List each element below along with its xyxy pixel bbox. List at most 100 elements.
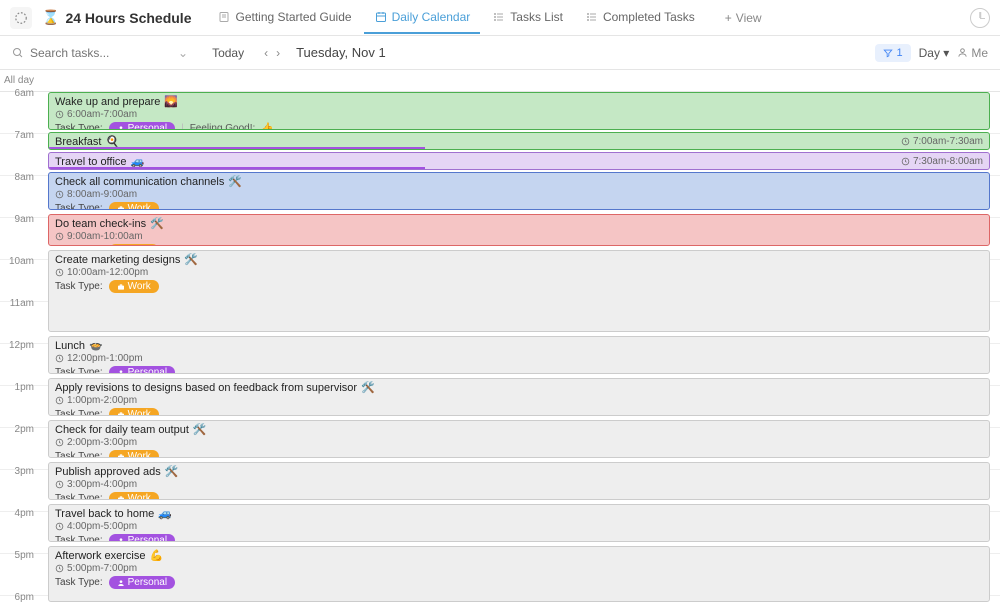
event-emoji: 🛠️ bbox=[150, 217, 164, 230]
task-type-label: Task Type: bbox=[55, 281, 103, 292]
header-right bbox=[970, 8, 990, 28]
calendar-event[interactable]: Do team check-ins 🛠️ 9:00am-10:00am Task … bbox=[48, 214, 990, 246]
event-meta: Task Type: Personal bbox=[55, 366, 983, 374]
tab-getting-started-guide[interactable]: Getting Started Guide bbox=[207, 2, 361, 34]
hour-label: 12pm bbox=[0, 338, 40, 379]
task-type-label: Task Type: bbox=[55, 203, 103, 210]
menu-icon bbox=[14, 11, 28, 25]
task-type-tag[interactable]: Personal bbox=[109, 366, 175, 374]
task-type-tag[interactable]: Work bbox=[109, 202, 159, 210]
today-button[interactable]: Today bbox=[204, 42, 252, 64]
event-time-right: 7:30am-8:00am bbox=[901, 156, 983, 167]
tab-completed-tasks[interactable]: Completed Tasks bbox=[575, 2, 705, 34]
calendar-event[interactable]: Travel back to home 🚙 4:00pm-5:00pmTask … bbox=[48, 504, 990, 542]
task-type-tag[interactable]: Personal bbox=[109, 122, 175, 130]
calendar-event[interactable]: Wake up and prepare 🌄 6:00am-7:00amTask … bbox=[48, 92, 990, 130]
calendar-event[interactable]: Apply revisions to designs based on feed… bbox=[48, 378, 990, 416]
timer-icon[interactable] bbox=[970, 8, 990, 28]
task-type-tag[interactable]: Work bbox=[109, 280, 159, 293]
prev-day-button[interactable]: ‹ bbox=[264, 46, 268, 60]
event-title: Lunch 🍲 bbox=[55, 339, 983, 352]
event-time: 3:00pm-4:00pm bbox=[55, 479, 983, 490]
event-title: Wake up and prepare 🌄 bbox=[55, 95, 983, 108]
add-view-label: View bbox=[736, 11, 762, 25]
add-view-button[interactable]: + View bbox=[715, 3, 772, 33]
tab-daily-calendar[interactable]: Daily Calendar bbox=[364, 2, 481, 34]
menu-button[interactable] bbox=[10, 7, 32, 29]
hour-label: 5pm bbox=[0, 548, 40, 589]
hour-label: 7am bbox=[0, 128, 40, 169]
tab-label: Tasks List bbox=[510, 10, 563, 24]
event-meta: Task Type: Personal bbox=[55, 534, 983, 542]
calendar-event[interactable]: Breakfast 🍳 7:00am-7:30am bbox=[48, 132, 990, 150]
event-meta: Task Type: Work bbox=[55, 244, 983, 246]
hour-label: 11am bbox=[0, 296, 40, 337]
event-emoji: 🛠️ bbox=[184, 253, 198, 266]
calendar-event[interactable]: Afterwork exercise 💪 5:00pm-7:00pmTask T… bbox=[48, 546, 990, 602]
event-emoji: 🛠️ bbox=[165, 465, 179, 478]
event-meta: Task Type: Work bbox=[55, 492, 983, 500]
feeling-label: Feeling Good!: bbox=[190, 123, 256, 130]
event-emoji: 🛠️ bbox=[361, 381, 375, 394]
tab-icon bbox=[374, 10, 388, 24]
event-emoji: 🛠️ bbox=[193, 423, 207, 436]
hour-label: 1pm bbox=[0, 380, 40, 421]
filter-badge[interactable]: 1 bbox=[875, 44, 911, 62]
event-title: Travel back to home 🚙 bbox=[55, 507, 983, 520]
calendar-view: All day 6am7am8am9am10am11am12pm1pm2pm3p… bbox=[0, 70, 1000, 615]
task-type-tag[interactable]: Work bbox=[109, 492, 159, 500]
calendar-event[interactable]: Check all communication channels 🛠️ 8:00… bbox=[48, 172, 990, 210]
event-title: Check all communication channels 🛠️ bbox=[55, 175, 983, 188]
space-title[interactable]: ⌛ 24 Hours Schedule bbox=[42, 9, 191, 26]
event-time: 9:00am-10:00am bbox=[55, 231, 983, 242]
tab-tasks-list[interactable]: Tasks List bbox=[482, 2, 573, 34]
event-progress bbox=[49, 167, 425, 170]
hour-label: 6pm bbox=[0, 590, 40, 615]
calendar-event[interactable]: Publish approved ads 🛠️ 3:00pm-4:00pmTas… bbox=[48, 462, 990, 500]
calendar-event[interactable]: Check for daily team output 🛠️ 2:00pm-3:… bbox=[48, 420, 990, 458]
hour-label: 10am bbox=[0, 254, 40, 295]
person-icon bbox=[957, 47, 968, 58]
event-title: Do team check-ins 🛠️ bbox=[55, 217, 983, 230]
task-type-label: Task Type: bbox=[55, 367, 103, 374]
tab-label: Completed Tasks bbox=[603, 10, 695, 24]
next-day-button[interactable]: › bbox=[276, 46, 280, 60]
search-icon bbox=[12, 47, 24, 59]
task-type-label: Task Type: bbox=[55, 535, 103, 542]
current-date: Tuesday, Nov 1 bbox=[296, 45, 386, 60]
event-title: Afterwork exercise 💪 bbox=[55, 549, 983, 562]
task-type-label: Task Type: bbox=[55, 245, 103, 246]
search-box[interactable] bbox=[12, 46, 162, 60]
task-type-label: Task Type: bbox=[55, 451, 103, 458]
task-type-label: Task Type: bbox=[55, 123, 103, 130]
hour-label: 6am bbox=[0, 86, 40, 127]
search-input[interactable] bbox=[30, 46, 140, 60]
calendar-event[interactable]: Create marketing designs 🛠️ 10:00am-12:0… bbox=[48, 250, 990, 332]
event-time: 2:00pm-3:00pm bbox=[55, 437, 983, 448]
plus-icon: + bbox=[725, 11, 732, 25]
day-range-select[interactable]: Day ▾ bbox=[919, 46, 950, 60]
event-meta: Task Type: Work bbox=[55, 202, 983, 210]
toolbar: ⌄ Today ‹ › Tuesday, Nov 1 1 Day ▾ Me bbox=[0, 36, 1000, 70]
search-dropdown[interactable]: ⌄ bbox=[174, 46, 192, 60]
task-type-tag[interactable]: Personal bbox=[109, 534, 175, 542]
hour-label: 9am bbox=[0, 212, 40, 253]
task-type-tag[interactable]: Work bbox=[109, 408, 159, 416]
me-filter[interactable]: Me bbox=[957, 46, 988, 60]
tab-icon bbox=[217, 10, 231, 24]
tab-label: Daily Calendar bbox=[392, 10, 471, 24]
task-type-tag[interactable]: Work bbox=[109, 244, 159, 246]
toolbar-right: 1 Day ▾ Me bbox=[875, 44, 989, 62]
calendar-event[interactable]: Lunch 🍲 12:00pm-1:00pm Task Type: Persona… bbox=[48, 336, 990, 374]
space-emoji: ⌛ bbox=[42, 9, 59, 26]
task-type-tag[interactable]: Work bbox=[109, 450, 159, 458]
calendar-event[interactable]: Travel to office 🚙 7:30am-8:00am bbox=[48, 152, 990, 170]
event-time: 12:00pm-1:00pm bbox=[55, 353, 983, 364]
event-emoji: 🌄 bbox=[164, 95, 178, 108]
hour-label: 8am bbox=[0, 170, 40, 211]
event-time-right: 7:00am-7:30am bbox=[901, 136, 983, 147]
event-meta: Task Type: Work bbox=[55, 450, 983, 458]
task-type-tag[interactable]: Personal bbox=[109, 576, 175, 589]
event-emoji: 🛠️ bbox=[228, 175, 242, 188]
task-type-label: Task Type: bbox=[55, 577, 103, 588]
